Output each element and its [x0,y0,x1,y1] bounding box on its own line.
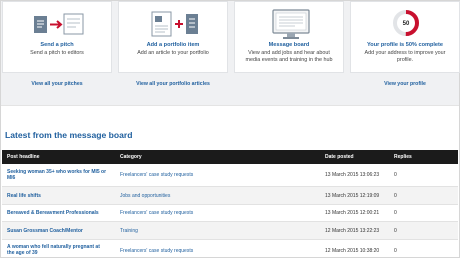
pitch-arrow-icon [33,10,85,40]
card-title[interactable]: Send a pitch [3,42,111,49]
table-row[interactable]: Seeking woman 35+ who works for MI5 or M… [2,164,458,187]
post-category[interactable]: Freelancers' case study requests [120,172,193,178]
post-date: 13 March 2015 12:00:21 [325,210,380,216]
profile-card[interactable]: 50 Your profile is 50% complete Add your… [350,1,460,73]
progress-label: 50 [403,21,410,27]
post-headline[interactable]: A woman who fell naturally pregnant at t… [7,244,107,257]
message-board-table: Post headline Category Date posted Repli… [2,150,458,258]
monitor-icon [272,9,310,41]
post-replies: 0 [394,172,397,178]
col-replies[interactable]: Replies [394,150,412,164]
post-date: 12 March 2015 13:22:23 [325,228,380,234]
message-board-heading: Latest from the message board [5,130,133,140]
view-portfolio-link[interactable]: View all your portfolio articles [118,81,228,87]
table-row[interactable]: Susan Grossman Coach/Mentor Training 12 … [2,222,458,240]
profile-progress-icon: 50 [392,9,420,37]
post-headline[interactable]: Susan Grossman Coach/Mentor [7,228,127,234]
col-category[interactable]: Category [120,150,142,164]
post-category[interactable]: Jobs and opportunities [120,193,170,199]
card-description: Add your address to improve your profile… [364,50,446,63]
card-title[interactable]: Add a portfolio item [119,42,227,49]
post-date: 13 March 2015 13:06:23 [325,172,380,178]
view-profile-link[interactable]: View your profile [350,81,460,87]
post-replies: 0 [394,248,397,254]
post-category[interactable]: Freelancers' case study requests [120,248,193,254]
post-replies: 0 [394,193,397,199]
col-headline[interactable]: Post headline [7,150,40,164]
post-category[interactable]: Training [120,228,138,234]
post-category[interactable]: Freelancers' case study requests [120,210,193,216]
add-portfolio-card[interactable]: Add a portfolio item Add an article to y… [118,1,228,73]
col-date[interactable]: Date posted [325,150,354,164]
post-headline[interactable]: Real life shifts [7,193,107,199]
post-date: 13 March 2015 12:19:09 [325,193,380,199]
card-title[interactable]: Your profile is 50% complete [351,42,459,49]
table-row[interactable]: Real life shifts Jobs and opportunities … [2,187,458,205]
card-description: Add an article to your portfolio [137,50,209,56]
send-pitch-card[interactable]: Send a pitch Send a pitch to editors [2,1,112,73]
dashboard-cards: Send a pitch Send a pitch to editors Vie… [1,1,460,105]
table-row[interactable]: Bereaved & Bereavment Professionals Free… [2,205,458,222]
card-description: Send a pitch to editors [30,50,84,56]
divider [1,105,459,106]
post-headline[interactable]: Bereaved & Bereavment Professionals [7,210,127,216]
view-pitches-link[interactable]: View all your pitches [2,81,112,87]
card-description: View and add jobs and hear about media e… [245,50,333,63]
table-header: Post headline Category Date posted Repli… [2,150,458,164]
post-date: 12 March 2015 10:38:20 [325,248,380,254]
message-board-card[interactable]: Message board View and add jobs and hear… [234,1,344,73]
portfolio-add-icon [151,9,199,40]
table-row[interactable]: A woman who fell naturally pregnant at t… [2,240,458,258]
post-replies: 0 [394,228,397,234]
post-headline[interactable]: Seeking woman 35+ who works for MI5 or M… [7,169,107,182]
card-title[interactable]: Message board [235,42,343,49]
post-replies: 0 [394,210,397,216]
